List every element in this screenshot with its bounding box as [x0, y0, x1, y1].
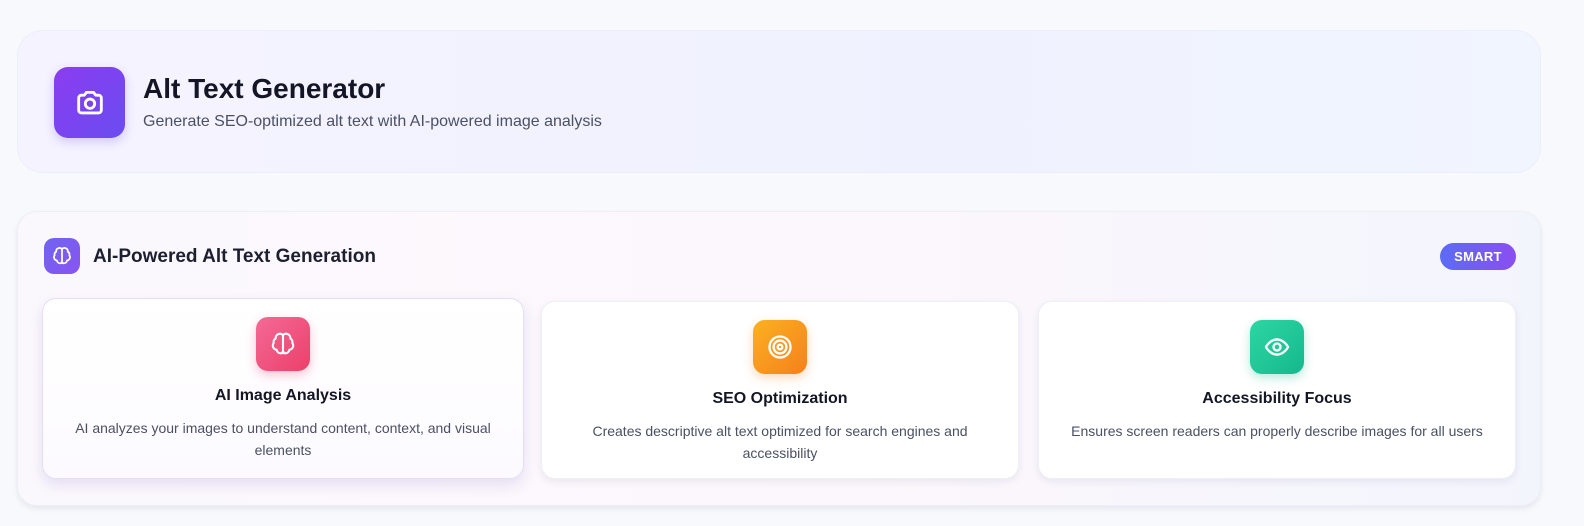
- feature-card-ai-image-analysis[interactable]: AI Image Analysis AI analyzes your image…: [42, 298, 524, 479]
- camera-icon: [54, 67, 125, 138]
- eye-icon: [1250, 320, 1304, 374]
- card-title: Accessibility Focus: [1202, 390, 1352, 407]
- panel-title: AI-Powered Alt Text Generation: [93, 246, 376, 267]
- feature-panel: AI-Powered Alt Text Generation SMART AI …: [17, 211, 1541, 506]
- target-icon: [753, 320, 807, 374]
- feature-card-seo-optimization[interactable]: SEO Optimization Creates descriptive alt…: [541, 301, 1019, 479]
- card-description: Creates descriptive alt text optimized f…: [592, 423, 968, 461]
- card-description: AI analyzes your images to understand co…: [75, 420, 491, 458]
- feature-card-accessibility-focus[interactable]: Accessibility Focus Ensures screen reade…: [1038, 301, 1516, 479]
- brain-icon: [256, 317, 310, 371]
- header-card: Alt Text Generator Generate SEO-optimize…: [17, 30, 1541, 173]
- card-description: Ensures screen readers can properly desc…: [1071, 423, 1483, 439]
- card-title: SEO Optimization: [712, 390, 848, 407]
- page-title: Alt Text Generator: [143, 73, 386, 104]
- brain-icon: [44, 238, 80, 274]
- card-title: AI Image Analysis: [214, 387, 352, 404]
- page-subtitle: Generate SEO-optimized alt text with AI-…: [143, 113, 602, 130]
- smart-badge: SMART: [1440, 243, 1516, 270]
